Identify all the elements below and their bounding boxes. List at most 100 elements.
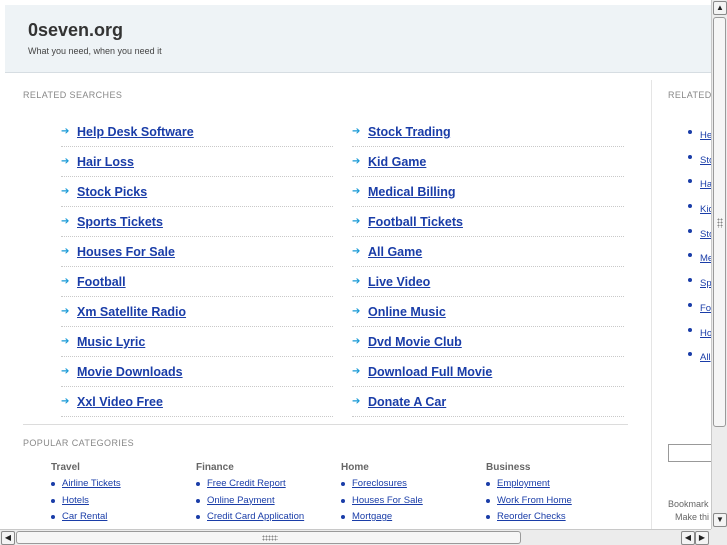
related-search-item[interactable]: ➔ Football bbox=[61, 268, 333, 297]
site-title[interactable]: 0seven.org bbox=[28, 20, 123, 41]
related-search-link[interactable]: Xm Satellite Radio bbox=[77, 305, 186, 319]
related-search-link[interactable]: Football Tickets bbox=[368, 215, 463, 229]
category-item[interactable]: Employment bbox=[486, 478, 626, 495]
bookmark-link[interactable]: Bookmark bbox=[668, 499, 709, 509]
sidebar-link[interactable]: Sp bbox=[700, 278, 711, 289]
related-search-item[interactable]: ➔ Sports Tickets bbox=[61, 208, 333, 237]
category-item[interactable]: Houses For Sale bbox=[341, 495, 481, 512]
related-search-link[interactable]: Donate A Car bbox=[368, 395, 446, 409]
related-search-item[interactable]: ➔ All Game bbox=[352, 238, 624, 267]
category-link[interactable]: Houses For Sale bbox=[352, 495, 423, 506]
related-search-item[interactable]: ➔ Live Video bbox=[352, 268, 624, 297]
related-search-link[interactable]: Download Full Movie bbox=[368, 365, 492, 379]
scroll-left-button[interactable]: ◀ bbox=[1, 531, 15, 545]
category-link[interactable]: Reorder Checks bbox=[497, 511, 566, 522]
category-link[interactable]: Foreclosures bbox=[352, 478, 407, 489]
sidebar-item[interactable]: Kid bbox=[688, 199, 711, 224]
scroll-left-button-2[interactable]: ◀ bbox=[681, 531, 695, 545]
related-search-link[interactable]: All Game bbox=[368, 245, 422, 259]
related-search-item[interactable]: ➔ Download Full Movie bbox=[352, 358, 624, 387]
related-search-link[interactable]: Kid Game bbox=[368, 155, 426, 169]
category-item[interactable]: Foreclosures bbox=[341, 478, 481, 495]
related-search-link[interactable]: Music Lyric bbox=[77, 335, 145, 349]
related-search-item[interactable]: ➔ Online Music bbox=[352, 298, 624, 327]
sidebar-search-input[interactable] bbox=[668, 444, 711, 462]
category-link[interactable]: Airline Tickets bbox=[62, 478, 121, 489]
sidebar-link[interactable]: Sto bbox=[700, 155, 711, 166]
sidebar-link[interactable]: Kid bbox=[700, 204, 711, 215]
sidebar-link[interactable]: Ha bbox=[700, 179, 711, 190]
category-item[interactable]: Car Rental bbox=[51, 511, 191, 528]
sidebar-item[interactable]: Sto bbox=[688, 150, 711, 175]
category-item[interactable]: Reorder Checks bbox=[486, 511, 626, 528]
category-link[interactable]: Free Credit Report bbox=[207, 478, 286, 489]
related-search-item[interactable]: ➔ Dvd Movie Club bbox=[352, 328, 624, 357]
vertical-scroll-thumb[interactable] bbox=[713, 17, 726, 427]
sidebar-link[interactable]: Me bbox=[700, 253, 711, 264]
related-search-link[interactable]: Hair Loss bbox=[77, 155, 134, 169]
horizontal-scroll-thumb[interactable] bbox=[16, 531, 521, 544]
sidebar-item[interactable]: All bbox=[688, 347, 711, 372]
sidebar-item[interactable]: Sto bbox=[688, 224, 711, 249]
related-search-link[interactable]: Medical Billing bbox=[368, 185, 456, 199]
related-search-item[interactable]: ➔ Xm Satellite Radio bbox=[61, 298, 333, 327]
category-link[interactable]: Work From Home bbox=[497, 495, 572, 506]
bullet-icon bbox=[486, 482, 490, 486]
scroll-down-button[interactable]: ▼ bbox=[713, 513, 727, 527]
category-item[interactable]: Credit Card Application bbox=[196, 511, 336, 528]
sidebar-link[interactable]: Ho bbox=[700, 328, 711, 339]
category-link[interactable]: Mortgage bbox=[352, 511, 392, 522]
category-item[interactable]: Work From Home bbox=[486, 495, 626, 512]
related-search-item[interactable]: ➔ Hair Loss bbox=[61, 148, 333, 177]
related-search-item[interactable]: ➔ Help Desk Software bbox=[61, 118, 333, 147]
sidebar-item[interactable]: Me bbox=[688, 248, 711, 273]
related-search-item[interactable]: ➔ Football Tickets bbox=[352, 208, 624, 237]
related-search-item[interactable]: ➔ Kid Game bbox=[352, 148, 624, 177]
make-homepage-link[interactable]: Make thi bbox=[675, 512, 709, 522]
category-item[interactable]: Free Credit Report bbox=[196, 478, 336, 495]
related-search-item[interactable]: ➔ Stock Trading bbox=[352, 118, 624, 147]
related-search-item[interactable]: ➔ Donate A Car bbox=[352, 388, 624, 417]
related-search-item[interactable]: ➔ Music Lyric bbox=[61, 328, 333, 357]
grip-icon bbox=[717, 218, 723, 228]
sidebar-item[interactable]: Ho bbox=[688, 323, 711, 348]
sidebar-link[interactable]: All bbox=[700, 352, 711, 363]
related-search-item[interactable]: ➔ Movie Downloads bbox=[61, 358, 333, 387]
sidebar-item[interactable]: He bbox=[688, 125, 711, 150]
sidebar-link[interactable]: Sto bbox=[700, 229, 711, 240]
sidebar-item[interactable]: Fo bbox=[688, 298, 711, 323]
related-search-link[interactable]: Football bbox=[77, 275, 126, 289]
related-search-link[interactable]: Help Desk Software bbox=[77, 125, 194, 139]
related-search-link[interactable]: Dvd Movie Club bbox=[368, 335, 462, 349]
category-item[interactable]: Airline Tickets bbox=[51, 478, 191, 495]
related-search-item[interactable]: ➔ Xxl Video Free bbox=[61, 388, 333, 417]
category-link[interactable]: Hotels bbox=[62, 495, 89, 506]
category-item[interactable]: Hotels bbox=[51, 495, 191, 512]
related-search-item[interactable]: ➔ Houses For Sale bbox=[61, 238, 333, 267]
horizontal-scrollbar[interactable]: ◀ ◀ ▶ bbox=[0, 529, 711, 545]
related-search-link[interactable]: Houses For Sale bbox=[77, 245, 175, 259]
related-search-item[interactable]: ➔ Stock Picks bbox=[61, 178, 333, 207]
category-item[interactable]: Online Payment bbox=[196, 495, 336, 512]
scroll-up-button[interactable]: ▲ bbox=[713, 1, 727, 15]
related-search-link[interactable]: Sports Tickets bbox=[77, 215, 163, 229]
sidebar-link[interactable]: Fo bbox=[700, 303, 711, 314]
scroll-right-button[interactable]: ▶ bbox=[695, 531, 709, 545]
related-search-link[interactable]: Online Music bbox=[368, 305, 446, 319]
related-search-link[interactable]: Movie Downloads bbox=[77, 365, 183, 379]
sidebar-item[interactable]: Sp bbox=[688, 273, 711, 298]
sidebar-link[interactable]: He bbox=[700, 130, 711, 141]
related-search-link[interactable]: Stock Picks bbox=[77, 185, 147, 199]
category-link[interactable]: Car Rental bbox=[62, 511, 107, 522]
related-search-item[interactable]: ➔ Medical Billing bbox=[352, 178, 624, 207]
related-search-link[interactable]: Stock Trading bbox=[368, 125, 451, 139]
related-search-link[interactable]: Xxl Video Free bbox=[77, 395, 163, 409]
category-link[interactable]: Employment bbox=[497, 478, 550, 489]
category-item[interactable]: Mortgage bbox=[341, 511, 481, 528]
arrow-left-icon: ◀ bbox=[684, 533, 692, 542]
sidebar-item[interactable]: Ha bbox=[688, 174, 711, 199]
category-link[interactable]: Online Payment bbox=[207, 495, 275, 506]
vertical-scrollbar[interactable]: ▲ ▼ bbox=[711, 0, 727, 529]
related-search-link[interactable]: Live Video bbox=[368, 275, 430, 289]
category-link[interactable]: Credit Card Application bbox=[207, 511, 304, 522]
